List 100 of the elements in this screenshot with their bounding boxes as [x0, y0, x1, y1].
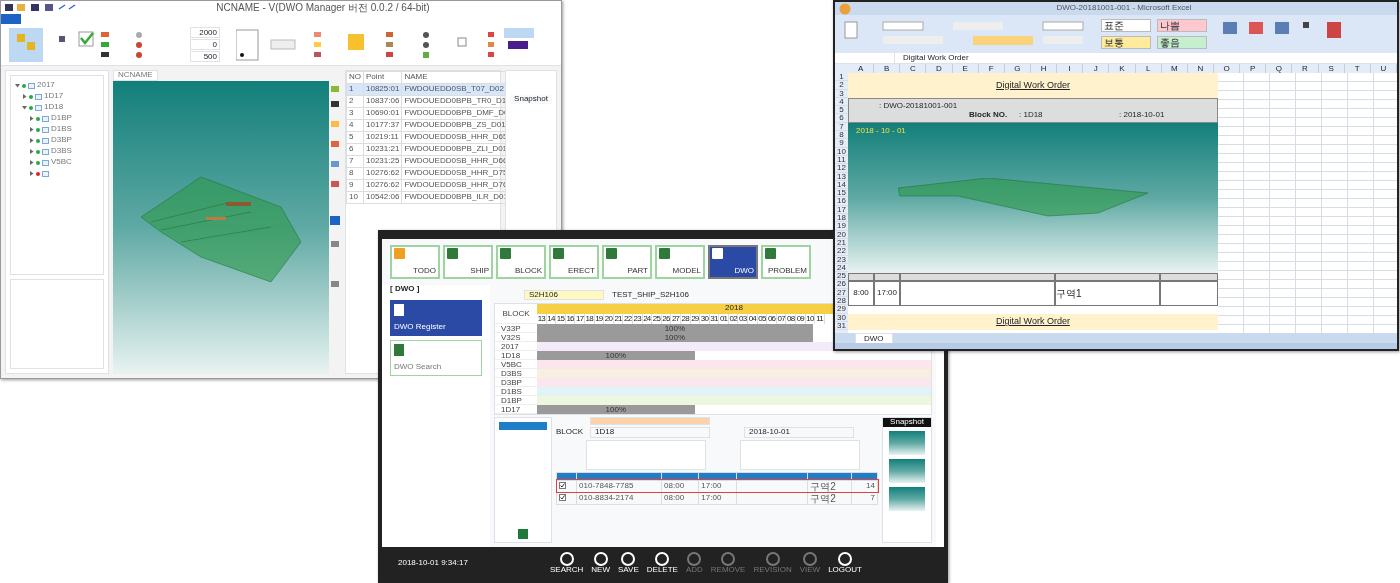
table-cell: 10276:62 [363, 179, 402, 192]
tree-label[interactable]: 2017 [37, 81, 55, 90]
expand-caret-icon[interactable] [29, 127, 34, 132]
progress-bar: 100% [537, 351, 695, 360]
cell-style-swatch[interactable]: 보통 [1101, 36, 1151, 49]
table-cell: 10231:25 [363, 155, 402, 168]
toolbar-button[interactable]: SEARCH [548, 551, 586, 575]
progress-bar: 100% [537, 333, 813, 342]
table-cell: 2 [346, 95, 364, 108]
module-icon [553, 248, 564, 259]
table-cell: 10 [346, 191, 364, 204]
panel-title: Snapshot [510, 95, 552, 104]
number-field[interactable]: 500 [190, 51, 220, 62]
table-cell: 17:00 [874, 281, 900, 306]
table-cell: 10837:06 [363, 95, 402, 108]
module-icon [606, 248, 617, 259]
table-cell: 3 [346, 107, 364, 120]
number-field[interactable]: 0 [190, 39, 220, 50]
table-cell: 8 [346, 167, 364, 180]
table-cell: 010-7848-7785 [576, 480, 662, 493]
nav-tile[interactable]: TODO [390, 245, 440, 279]
table-cell: 5 [346, 131, 364, 144]
table-row[interactable]: 1 10825:01 FWDOUEDD0SB_T07_D02 [346, 83, 516, 96]
formula-text[interactable]: Digital Work Order [895, 53, 977, 63]
cell-style-swatch[interactable]: 나쁨 [1157, 19, 1207, 32]
snapshot-thumbnail [889, 486, 925, 511]
toolbar-button[interactable]: LOGOUT [826, 551, 864, 575]
order-number: : DWO-20181001-001 [879, 100, 958, 110]
expand-caret-icon[interactable] [22, 105, 27, 110]
expand-caret-icon[interactable] [29, 116, 34, 121]
table-cell: 10219:11 [363, 131, 402, 144]
nav-tile[interactable]: MODEL [655, 245, 705, 279]
module-icon [712, 248, 723, 259]
nav-tile[interactable]: SHIP [443, 245, 493, 279]
toolbar-button[interactable]: DELETE [644, 551, 680, 575]
expand-caret-icon[interactable] [29, 138, 34, 143]
tree-label[interactable]: 1D17 [44, 92, 64, 101]
header-bar [499, 422, 547, 430]
tree-label[interactable]: D1BS [51, 125, 72, 134]
table-cell: 7 [851, 492, 878, 505]
sheet-title: Digital Work Order [996, 80, 1070, 91]
sheet-title: Digital Work Order [996, 317, 1070, 327]
tree-label[interactable]: V5BC [51, 158, 72, 167]
module-icon [659, 248, 670, 259]
checkbox[interactable] [559, 494, 566, 502]
section-title: [ DWO ] [390, 285, 421, 295]
row-number: 27 [835, 288, 848, 297]
table-cell [1160, 281, 1218, 306]
login-time: 2018-10-01 9:34:17 [398, 558, 469, 568]
block-field[interactable]: 1D18 [590, 427, 710, 438]
cell-style-swatch[interactable]: 좋음 [1157, 36, 1207, 49]
ship-select-field[interactable]: S2H106 [524, 289, 604, 301]
ribbon-tools-drawing[interactable] [236, 27, 536, 62]
table-cell: 8:00 [848, 281, 874, 306]
checkbox[interactable] [559, 482, 566, 490]
panel-title: Snapshot [883, 418, 931, 427]
table-cell: 10177:37 [363, 119, 402, 132]
table-cell: 08:00 [661, 480, 699, 493]
document-tab[interactable]: NCNAME [113, 70, 158, 81]
table-cell: 6 [346, 143, 364, 156]
tree-label[interactable]: D1BP [51, 114, 72, 123]
toolbar-button[interactable]: SAVE [616, 551, 641, 575]
snapshot-thumbnail [889, 430, 925, 455]
tree-label[interactable]: D3BS [51, 147, 72, 156]
table-cell: 7 [346, 155, 364, 168]
table-cell: 4 [346, 119, 364, 132]
nav-tile[interactable]: DWO [708, 245, 758, 279]
nav-tile[interactable]: PROBLEM [761, 245, 811, 279]
table-cell: 9 [346, 179, 364, 192]
image-date: 2018 - 10 - 01 [856, 127, 906, 136]
window-title: NCNAME - V(DWO Manager 버전 0.0.2 / 64-bit) [215, 2, 431, 13]
number-field[interactable]: 2000 [190, 27, 220, 38]
table-cell: 구역2 [807, 492, 852, 505]
tree-label[interactable]: 1D17 [495, 405, 537, 414]
nav-tile[interactable]: PART [602, 245, 652, 279]
progress-bar: 100% [537, 405, 695, 414]
side-button[interactable]: DWO Register [390, 300, 482, 336]
tree-label[interactable]: D3BP [51, 136, 72, 145]
table-cell: 10690:01 [363, 107, 402, 120]
module-icon [500, 248, 511, 259]
side-button[interactable]: DWO Search [390, 340, 482, 376]
nav-tile[interactable]: ERECT [549, 245, 599, 279]
module-icon [765, 248, 776, 259]
cell-style-swatch[interactable]: 표준 [1101, 19, 1151, 32]
expand-caret-icon[interactable] [29, 160, 34, 165]
grid-row[interactable]: 010-7848-7785 08:00 17:00 구역2 14 [556, 480, 878, 493]
window-title: DWO-20181001-001 - Microsoft Excel [1055, 4, 1193, 13]
grid-row[interactable]: 010-8834-2174 08:00 17:00 구역2 7 [556, 492, 878, 505]
expand-caret-icon[interactable] [22, 94, 27, 99]
tree-label[interactable]: 1D18 [44, 103, 64, 112]
order-number-field[interactable] [590, 417, 710, 425]
toolbar-button[interactable]: NEW [589, 551, 612, 575]
progress-bar: 100% [537, 324, 813, 333]
expand-caret-icon[interactable] [29, 171, 34, 176]
date-field[interactable]: 2018-10-01 [744, 427, 854, 438]
nav-tile[interactable]: BLOCK [496, 245, 546, 279]
expand-caret-icon[interactable] [15, 83, 20, 88]
expand-caret-icon[interactable] [29, 149, 34, 154]
table-cell: 17:00 [698, 492, 737, 505]
snapshot-thumbnail [889, 458, 925, 483]
